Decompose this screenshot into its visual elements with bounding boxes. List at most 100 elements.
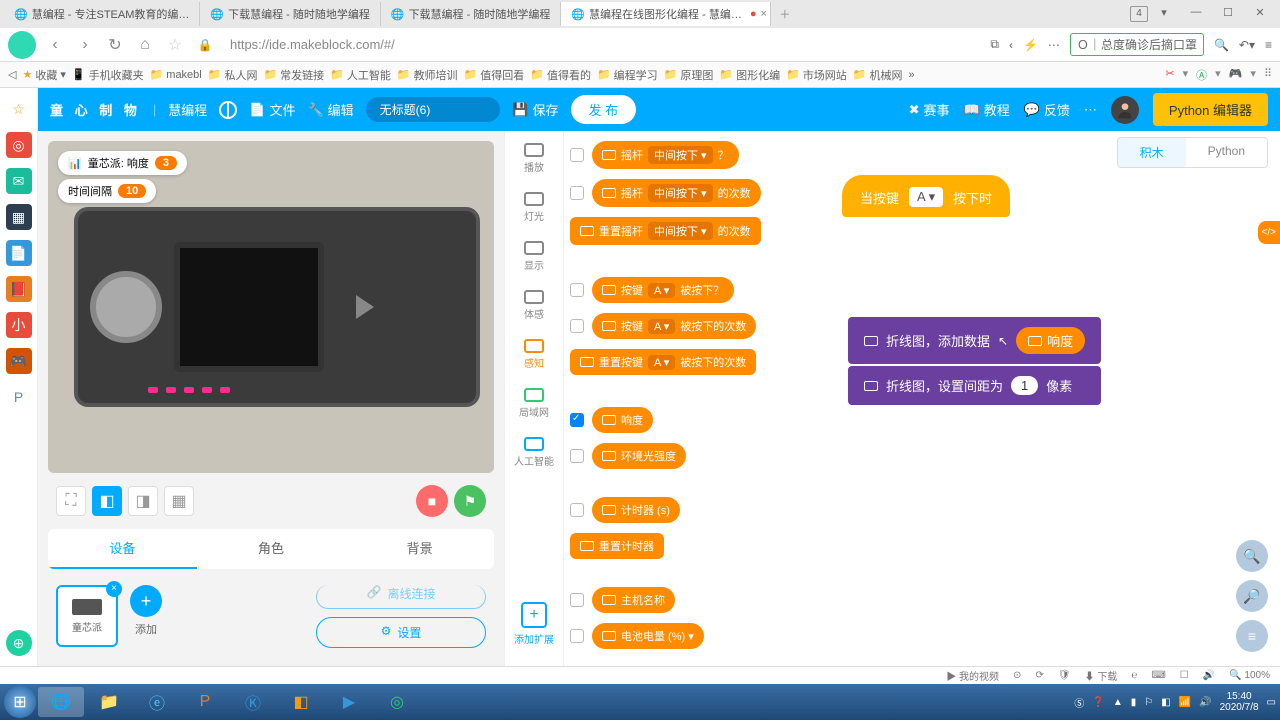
- bookmark-item[interactable]: 📁makebl: [150, 68, 202, 81]
- more-icon[interactable]: ⋯: [1084, 102, 1097, 118]
- stop-button[interactable]: ■: [416, 485, 448, 517]
- window-max-icon[interactable]: ☐: [1212, 6, 1244, 22]
- stage-grid-icon[interactable]: ▦: [164, 486, 194, 516]
- cat-sensing[interactable]: 感知: [505, 335, 563, 378]
- tab-close-icon[interactable]: ×: [760, 8, 766, 20]
- status-icon[interactable]: 🔊: [1203, 670, 1215, 681]
- cat-play[interactable]: 播放: [505, 139, 563, 182]
- nav-reload-icon[interactable]: ↻: [104, 34, 126, 56]
- side-book-icon[interactable]: 📕: [6, 276, 32, 302]
- profile-avatar[interactable]: [8, 31, 36, 59]
- task-ppt-icon[interactable]: P: [182, 687, 228, 717]
- bookmark-fav[interactable]: ★收藏 ▾: [22, 67, 65, 83]
- status-icon[interactable]: ℮: [1131, 670, 1137, 681]
- side-weibo-icon[interactable]: ◎: [6, 132, 32, 158]
- browser-tab[interactable]: 🌐下载慧编程 - 随时随地学编程: [381, 2, 561, 26]
- bookmark-item[interactable]: 📁人工智能: [330, 67, 391, 83]
- taskbar-clock[interactable]: 15:402020/7/8: [1220, 691, 1259, 713]
- tray-icon[interactable]: ❓: [1092, 697, 1104, 708]
- device-card[interactable]: × 童芯派: [56, 585, 118, 647]
- block-timer[interactable]: 计时器 (s): [592, 497, 680, 523]
- user-avatar[interactable]: [1111, 96, 1139, 124]
- side-doc-icon[interactable]: 📄: [6, 240, 32, 266]
- block-joystick-count[interactable]: 摇杆中间按下 ▾的次数: [592, 179, 761, 207]
- search-input[interactable]: Ｏ｜总度确诊后摘口罩: [1070, 33, 1204, 56]
- ext-icon[interactable]: ✂: [1165, 67, 1174, 83]
- search-icon[interactable]: 🔍: [1214, 38, 1229, 52]
- hat-block-key-pressed[interactable]: 当按键 A ▾ 按下时: [842, 175, 1010, 217]
- key-dropdown[interactable]: A ▾: [909, 187, 943, 207]
- stage-layout-icon[interactable]: ◧: [92, 486, 122, 516]
- bookmark-item[interactable]: 📁教师培训: [397, 67, 458, 83]
- block-key-pressed[interactable]: 按键A ▾被按下？: [592, 277, 734, 303]
- reporter-loudness[interactable]: 响度: [1016, 327, 1085, 354]
- status-icon[interactable]: 🛡: [1058, 670, 1071, 681]
- tray-icon[interactable]: ◧: [1161, 697, 1170, 708]
- tray-icon[interactable]: ▮: [1131, 697, 1137, 708]
- settings-button[interactable]: ⚙ 设置: [316, 617, 486, 648]
- window-min-icon[interactable]: —: [1180, 6, 1212, 22]
- block-reset-key[interactable]: 重置按键A ▾被按下的次数: [570, 349, 756, 375]
- window-close-icon[interactable]: ✕: [1244, 6, 1276, 22]
- cat-light[interactable]: 灯光: [505, 188, 563, 231]
- cat-display[interactable]: 显示: [505, 237, 563, 280]
- block-loudness[interactable]: 响度: [592, 407, 653, 433]
- edit-menu[interactable]: 🔧 编辑: [307, 100, 353, 119]
- cat-motion[interactable]: 体感: [505, 286, 563, 329]
- monitor-checkbox[interactable]: [570, 449, 584, 463]
- side-star-icon[interactable]: ☆: [6, 96, 32, 122]
- ext-icon[interactable]: 🎮: [1229, 67, 1243, 83]
- task-browser-icon[interactable]: 🌐: [38, 687, 84, 717]
- tab-sprite[interactable]: 角色: [197, 529, 346, 569]
- stage-fullscreen-icon[interactable]: ⛶: [56, 486, 86, 516]
- nav-fwd-icon[interactable]: ›: [74, 34, 96, 56]
- start-button[interactable]: ⊞: [4, 686, 36, 718]
- status-icon[interactable]: ☐: [1180, 670, 1189, 681]
- tray-icon[interactable]: ⚐: [1144, 697, 1153, 708]
- block-key-count[interactable]: 按键A ▾被按下的次数: [592, 313, 756, 339]
- block-battery[interactable]: 电池电量 (%) ▾: [592, 623, 704, 649]
- block-reset-joystick[interactable]: 重置摇杆中间按下 ▾的次数: [570, 217, 761, 245]
- tray-icon[interactable]: Ⓢ: [1074, 695, 1084, 710]
- task-app-icon[interactable]: ◎: [374, 687, 420, 717]
- project-title-input[interactable]: 无标题(6): [366, 97, 501, 122]
- block-ambient-light[interactable]: 环境光强度: [592, 443, 686, 469]
- tab-count-badge[interactable]: 4: [1130, 6, 1148, 22]
- side-mail-icon[interactable]: ✉: [6, 168, 32, 194]
- block-joystick-pressed[interactable]: 摇杆中间按下 ▾？: [592, 141, 739, 169]
- side-game-icon[interactable]: 🎮: [6, 348, 32, 374]
- bookmark-item[interactable]: 📱手机收藏夹: [72, 67, 144, 83]
- ext-more-icon[interactable]: ⠿: [1264, 67, 1272, 83]
- save-button[interactable]: 💾 保存: [512, 100, 558, 119]
- status-icon[interactable]: ⌨: [1151, 670, 1165, 681]
- menu-icon[interactable]: ≡: [1265, 38, 1272, 52]
- task-app-icon[interactable]: ▶: [326, 687, 372, 717]
- tray-icon[interactable]: ▭: [1267, 697, 1276, 708]
- monitor-checkbox[interactable]: [570, 283, 584, 297]
- undo-icon[interactable]: ↶▾: [1239, 38, 1255, 52]
- addr-icon[interactable]: ⋯: [1048, 38, 1060, 52]
- cat-ai[interactable]: 人工智能: [505, 433, 563, 476]
- tab-python[interactable]: Python: [1186, 138, 1267, 167]
- new-tab-button[interactable]: ＋: [771, 2, 798, 26]
- tray-icon[interactable]: 🔊: [1199, 697, 1211, 708]
- zoom-in-icon[interactable]: 🔍: [1236, 540, 1268, 572]
- monitor-checkbox[interactable]: [570, 413, 584, 427]
- lang-button[interactable]: [219, 101, 237, 119]
- file-menu[interactable]: 📄 文件: [249, 100, 295, 119]
- tutorial-link[interactable]: 📖 教程: [964, 100, 1010, 119]
- plus-icon[interactable]: +: [130, 585, 162, 617]
- add-device[interactable]: + 添加: [130, 585, 162, 637]
- bookmark-item[interactable]: 📁常发链接: [263, 67, 324, 83]
- status-download[interactable]: ⬇ 下载: [1085, 668, 1118, 683]
- bookmark-item[interactable]: 📁原理图: [664, 67, 714, 83]
- status-icon[interactable]: ⟳: [1035, 670, 1043, 681]
- code-panel-toggle[interactable]: </>: [1258, 221, 1280, 244]
- url-field[interactable]: https://ide.makeblock.com/#/: [224, 37, 982, 52]
- tab-blocks[interactable]: 积木: [1118, 138, 1186, 167]
- python-editor-button[interactable]: Python 编辑器: [1153, 93, 1268, 126]
- bookmark-item[interactable]: 📁私人网: [208, 67, 258, 83]
- stage-layout-icon[interactable]: ◨: [128, 486, 158, 516]
- addr-icon[interactable]: ⧉: [990, 37, 999, 52]
- monitor-checkbox[interactable]: [570, 593, 584, 607]
